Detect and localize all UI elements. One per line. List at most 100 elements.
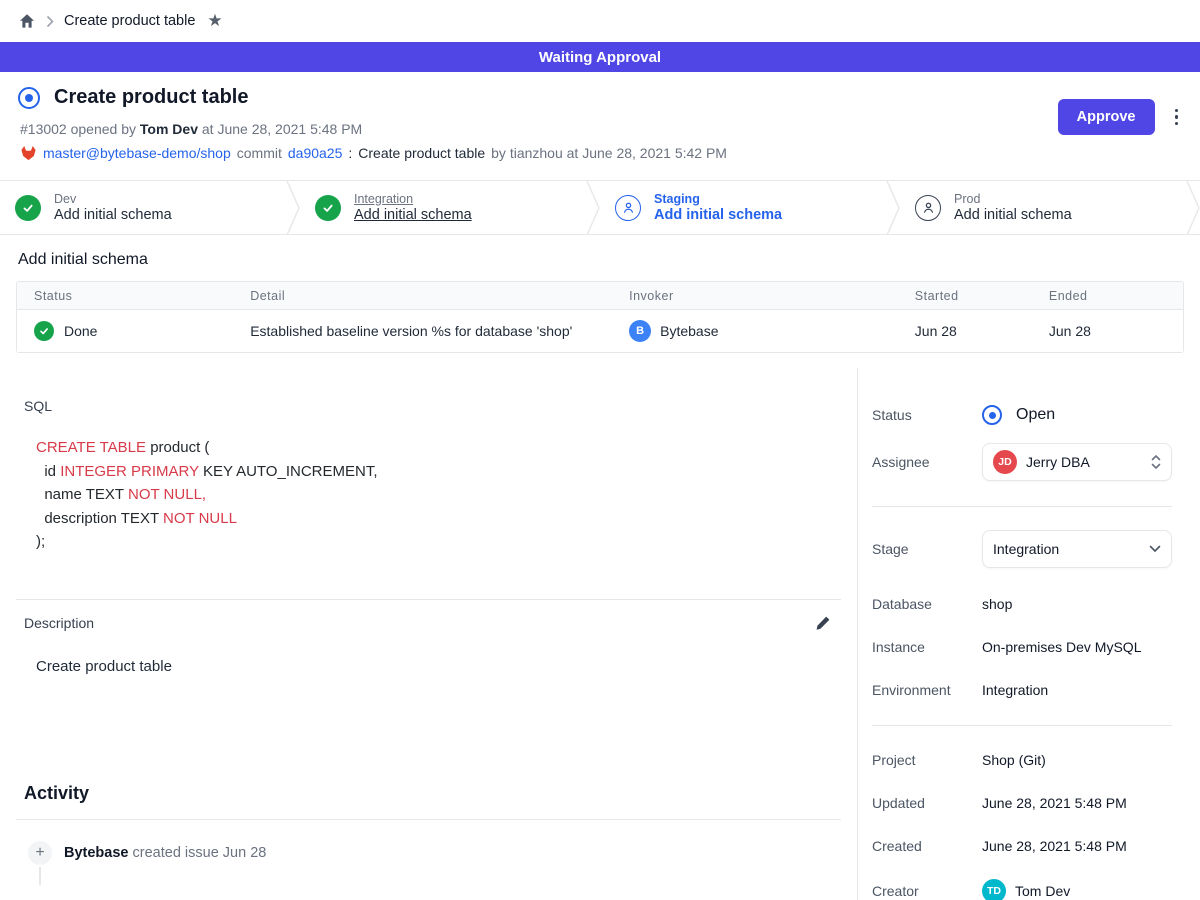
divider <box>16 599 841 600</box>
stage-env-label: Integration <box>354 192 472 206</box>
column-detail: Detail <box>250 289 629 303</box>
column-started: Started <box>915 289 1049 303</box>
activity-item: + Bytebase created issue Jun 28 <box>28 841 841 865</box>
created-label: Created <box>872 838 982 854</box>
git-commit-meta: by tianzhou at June 28, 2021 5:42 PM <box>491 145 727 161</box>
favorite-star-icon[interactable]: ★ <box>207 11 222 31</box>
creator-value: Tom Dev <box>1015 883 1070 899</box>
activity-title: Activity <box>24 783 841 804</box>
activity-action: created issue Jun 28 <box>133 845 267 861</box>
stage-prod[interactable]: Prod Add initial schema <box>900 181 1186 234</box>
stage-select[interactable]: Integration <box>982 530 1172 568</box>
git-commit-hash-link[interactable]: da90a25 <box>288 145 343 161</box>
updated-label: Updated <box>872 795 982 811</box>
breadcrumb: Create product table ★ <box>0 0 1200 42</box>
task-table-header: Status Detail Invoker Started Ended <box>17 282 1183 310</box>
issue-main-panel: SQL CREATE TABLE product ( id INTEGER PR… <box>0 368 857 900</box>
activity-actor: Bytebase <box>64 845 128 861</box>
divider <box>872 506 1172 507</box>
git-commit-label: commit <box>237 145 282 161</box>
description-content: Create product table <box>36 658 841 675</box>
assignee-value: Jerry DBA <box>1026 454 1142 470</box>
divider <box>16 819 841 820</box>
stage-done-icon <box>315 195 341 221</box>
assignee-select[interactable]: JD Jerry DBA <box>982 443 1172 481</box>
stage-staging[interactable]: Staging Add initial schema <box>600 181 886 234</box>
stage-env-label: Prod <box>954 192 1072 206</box>
instance-label: Instance <box>872 639 982 655</box>
stage-done-icon <box>15 195 41 221</box>
stage-separator <box>1186 181 1200 234</box>
stage-separator <box>886 181 900 234</box>
task-status: Done <box>64 323 97 339</box>
task-invoker: Bytebase <box>660 323 718 339</box>
updated-value: June 28, 2021 5:48 PM <box>982 795 1127 811</box>
stage-pending-icon <box>915 195 941 221</box>
select-arrows-icon <box>1151 454 1161 470</box>
issue-meta: #13002 opened by Tom Dev at June 28, 202… <box>20 121 1184 137</box>
issue-opened-time: at June 28, 2021 5:48 PM <box>202 121 362 137</box>
stage-label: Stage <box>872 541 982 557</box>
task-table: Status Detail Invoker Started Ended Done… <box>16 281 1184 353</box>
status-value: Open <box>1016 406 1055 424</box>
stage-task-label: Add initial schema <box>54 207 172 223</box>
created-value: June 28, 2021 5:48 PM <box>982 838 1127 854</box>
approval-banner: Waiting Approval <box>0 42 1200 72</box>
stage-task-label: Add initial schema <box>654 207 782 223</box>
breadcrumb-separator-icon <box>46 15 54 28</box>
task-detail: Established baseline version %s for data… <box>250 323 629 339</box>
stage-dev[interactable]: Dev Add initial schema <box>0 181 286 234</box>
breadcrumb-title: Create product table <box>64 13 195 29</box>
task-table-row[interactable]: Done Established baseline version %s for… <box>17 310 1183 352</box>
stage-separator <box>586 181 600 234</box>
divider <box>872 725 1172 726</box>
task-section-title: Add initial schema <box>18 251 1184 269</box>
done-check-icon <box>34 321 54 341</box>
database-value: shop <box>982 596 1012 612</box>
task-started: Jun 28 <box>915 323 1049 339</box>
task-ended: Jun 28 <box>1049 323 1183 339</box>
more-options-icon[interactable] <box>1169 105 1185 130</box>
stage-value: Integration <box>993 541 1140 557</box>
bytebase-avatar: B <box>629 320 651 342</box>
home-icon[interactable] <box>18 12 36 30</box>
stage-pending-approval-icon <box>615 195 641 221</box>
sql-section-label: SQL <box>24 398 841 414</box>
project-value: Shop (Git) <box>982 752 1046 768</box>
issue-header: Create product table #13002 opened by To… <box>0 72 1200 180</box>
stage-integration[interactable]: Integration Add initial schema <box>300 181 586 234</box>
column-status: Status <box>17 289 250 303</box>
assignee-label: Assignee <box>872 454 982 470</box>
project-label: Project <box>872 752 982 768</box>
column-ended: Ended <box>1049 289 1183 303</box>
description-label: Description <box>24 615 94 631</box>
creator-avatar: TD <box>982 879 1006 900</box>
issue-number: #13002 opened by <box>20 121 136 137</box>
stage-task-label: Add initial schema <box>954 207 1072 223</box>
sql-code: CREATE TABLE product ( id INTEGER PRIMAR… <box>36 436 841 554</box>
environment-label: Environment <box>872 682 982 698</box>
plus-icon: + <box>28 841 52 865</box>
instance-value: On-premises Dev MySQL <box>982 639 1141 655</box>
edit-description-icon[interactable] <box>813 613 833 633</box>
issue-author: Tom Dev <box>140 121 198 137</box>
approval-banner-text: Waiting Approval <box>539 49 661 66</box>
database-label: Database <box>872 596 982 612</box>
task-section: Add initial schema Status Detail Invoker… <box>0 235 1200 368</box>
approve-button[interactable]: Approve <box>1058 99 1155 135</box>
git-commit-message: Create product table <box>358 145 485 161</box>
chevron-down-icon <box>1149 545 1161 553</box>
stage-separator <box>286 181 300 234</box>
status-open-icon <box>982 405 1002 425</box>
stage-env-label: Staging <box>654 192 782 206</box>
git-colon: : <box>348 145 352 161</box>
status-label: Status <box>872 407 982 423</box>
pipeline-stages: Dev Add initial schema Integration Add i… <box>0 180 1200 235</box>
issue-open-icon <box>18 87 40 109</box>
stage-env-label: Dev <box>54 192 172 206</box>
issue-title: Create product table <box>54 86 248 109</box>
column-invoker: Invoker <box>629 289 915 303</box>
activity-timeline-connector <box>39 867 41 885</box>
assignee-avatar: JD <box>993 450 1017 474</box>
git-branch-link[interactable]: master@bytebase-demo/shop <box>43 145 231 161</box>
